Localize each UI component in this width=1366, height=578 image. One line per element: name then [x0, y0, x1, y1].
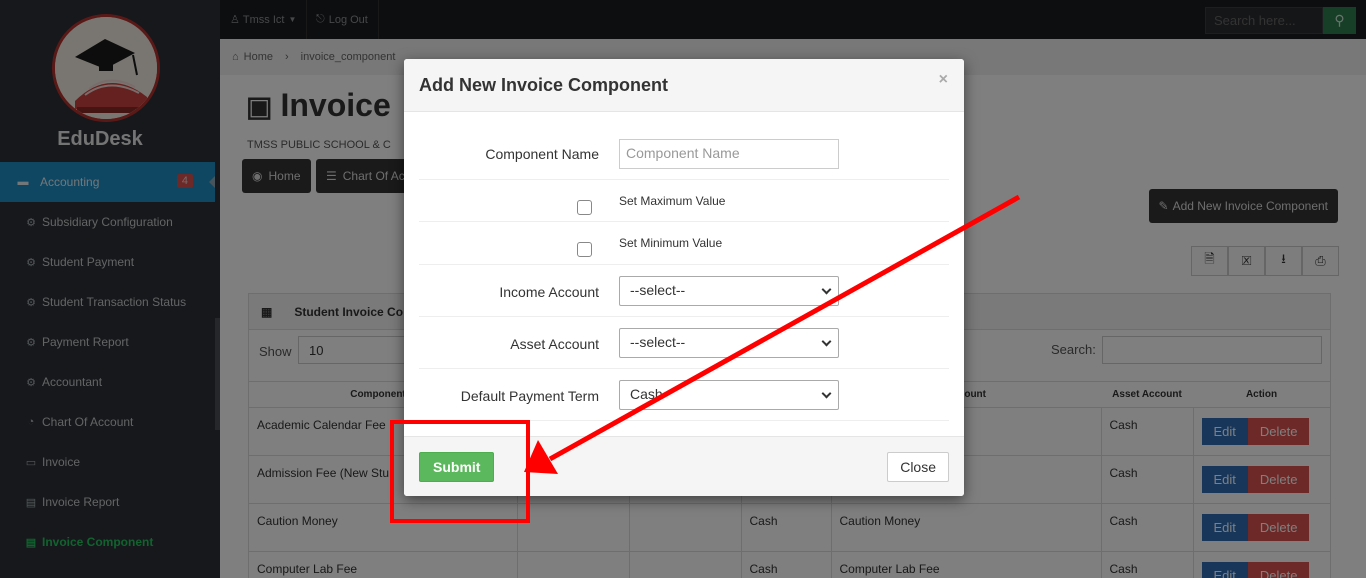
- chevron-down-icon: [821, 388, 832, 399]
- asset-account-value: --select--: [630, 334, 686, 350]
- modal-header: Add New Invoice Component: [404, 59, 964, 112]
- modal-title: Add New Invoice Component: [419, 74, 669, 95]
- payment-term-select[interactable]: Cash: [619, 380, 839, 410]
- payment-term-row: Default Payment Term Cash: [419, 369, 949, 421]
- income-account-select[interactable]: --select--: [619, 276, 839, 306]
- min-value-label: Set Minimum Value: [619, 236, 723, 250]
- close-button[interactable]: Close: [887, 452, 949, 482]
- asset-account-label: Asset Account: [510, 336, 599, 352]
- modal-footer: Submit Close: [404, 436, 964, 496]
- max-value-label: Set Maximum Value: [619, 194, 726, 208]
- max-value-checkbox[interactable]: [577, 200, 592, 215]
- component-name-row: Component Name Component Name: [419, 125, 949, 180]
- max-value-row: Set Maximum Value: [419, 180, 949, 222]
- component-name-label: Component Name: [485, 146, 599, 162]
- chevron-down-icon: [821, 284, 832, 295]
- component-name-input[interactable]: Component Name: [619, 139, 839, 169]
- min-value-row: Set Minimum Value: [419, 222, 949, 265]
- asset-account-row: Asset Account --select--: [419, 317, 949, 369]
- income-account-label: Income Account: [499, 284, 599, 300]
- submit-button[interactable]: Submit: [419, 452, 495, 482]
- asset-account-select[interactable]: --select--: [619, 328, 839, 358]
- payment-term-value: Cash: [630, 386, 663, 402]
- close-icon[interactable]: ×: [939, 71, 948, 89]
- min-value-checkbox[interactable]: [577, 242, 592, 257]
- payment-term-label: Default Payment Term: [460, 388, 599, 404]
- add-invoice-component-modal: Add New Invoice Component × Component Na…: [404, 59, 964, 496]
- chevron-down-icon: [821, 336, 832, 347]
- income-account-row: Income Account --select--: [419, 265, 949, 317]
- income-account-value: --select--: [630, 282, 686, 298]
